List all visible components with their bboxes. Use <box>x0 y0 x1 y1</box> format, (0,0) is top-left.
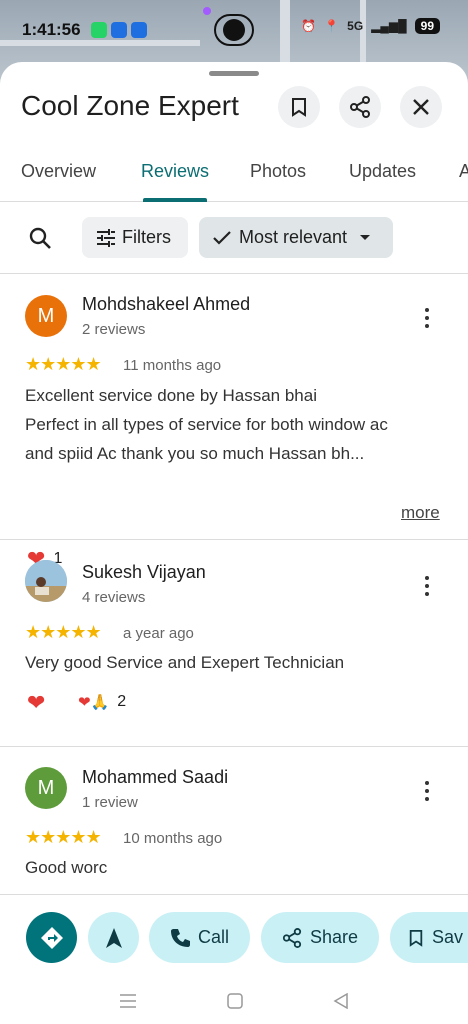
call-button[interactable]: Call <box>149 912 250 963</box>
menu-icon[interactable] <box>119 993 137 1009</box>
alarm-icon: ⏰ <box>301 19 317 33</box>
reviewer-review-count: 2 reviews <box>82 321 146 338</box>
filters-button[interactable]: Filters <box>82 217 188 258</box>
check-icon <box>213 230 231 245</box>
sort-label: Most relevant <box>239 227 348 247</box>
star-rating: ★★★★★ <box>25 827 102 847</box>
close-icon <box>413 99 429 115</box>
more-link[interactable]: more <box>401 503 440 523</box>
tune-icon <box>97 228 115 247</box>
review-card: M Mohdshakeel Ahmed 2 reviews ★★★★★ 11 m… <box>0 274 468 571</box>
reaction-count: 2 <box>117 693 127 710</box>
bookmark-icon <box>292 98 306 117</box>
sort-dropdown[interactable]: Most relevant <box>199 217 393 258</box>
review-text-line: Perfect in all types of service for both… <box>25 415 388 434</box>
network-label: 5G <box>347 19 364 33</box>
tab-photos[interactable]: Photos <box>250 161 306 182</box>
navigation-arrow-icon <box>105 927 122 948</box>
tab-about[interactable]: A <box>459 161 468 182</box>
heart-reaction-icon: ❤🙏 <box>78 694 110 711</box>
home-icon[interactable] <box>227 993 243 1009</box>
status-notification-icons <box>90 22 147 38</box>
review-text-line: Excellent service done by Hassan bhai <box>25 386 317 405</box>
star-rating: ★★★★★ <box>25 622 102 642</box>
review-text: Excellent service done by Hassan bhai Pe… <box>25 381 445 468</box>
review-menu-icon[interactable] <box>417 777 437 805</box>
review-text: Very good Service and Exepert Technician <box>25 648 445 677</box>
app-icon <box>130 22 147 38</box>
review-menu-icon[interactable] <box>417 572 437 600</box>
review-text: Good worc <box>25 853 445 882</box>
like-reaction-button[interactable]: ❤ <box>27 690 45 716</box>
phone-icon <box>170 928 190 947</box>
whatsapp-icon <box>90 22 107 38</box>
reviewer-review-count: 1 review <box>82 794 138 811</box>
call-label: Call <box>197 927 229 947</box>
avatar[interactable]: M <box>25 295 67 337</box>
cast-indicator-icon <box>214 14 254 46</box>
review-text-line: Good worc <box>25 858 108 877</box>
share-button[interactable]: Share <box>261 912 379 963</box>
reviewer-name[interactable]: Mohdshakeel Ahmed <box>82 294 250 315</box>
share-icon <box>282 927 302 948</box>
share-icon <box>350 96 370 118</box>
messages-icon <box>110 22 127 38</box>
battery-icon: 99 <box>414 18 440 34</box>
close-button[interactable] <box>400 86 442 128</box>
status-system-icons: ⏰ 📍 5G ▂▄▆█ 99 <box>301 18 440 34</box>
review-text-line: and spiid Ac thank you so much Hassan bh… <box>25 444 365 463</box>
reviewer-review-count: 4 reviews <box>82 589 146 606</box>
heart-icon: ❤ <box>27 690 46 715</box>
review-card: Sukesh Vijayan 4 reviews ★★★★★ a year ag… <box>0 540 468 747</box>
save-button[interactable]: Sav <box>390 912 468 963</box>
reviews-toolbar: Filters Most relevant <box>0 202 468 274</box>
place-title: Cool Zone Expert <box>21 90 239 121</box>
action-bar: Call Share Sav <box>0 894 468 1024</box>
avatar-initial: M <box>37 304 55 327</box>
start-navigation-button[interactable] <box>88 912 139 963</box>
reviewer-name[interactable]: Mohammed Saadi <box>82 767 228 788</box>
dropdown-arrow-icon <box>360 234 371 240</box>
back-icon[interactable] <box>333 993 349 1009</box>
directions-icon <box>40 926 63 949</box>
tab-updates[interactable]: Updates <box>349 161 416 182</box>
directions-button[interactable] <box>26 912 77 963</box>
review-time: 11 months ago <box>123 357 222 374</box>
avatar-photo-icon <box>25 560 67 602</box>
reactions-summary[interactable]: ❤🙏 2 <box>78 693 126 711</box>
avatar[interactable]: M <box>25 767 67 809</box>
bookmark-icon <box>409 929 423 947</box>
system-navigation-bar <box>0 981 468 1021</box>
place-sheet: Cool Zone Expert Overview Reviews Photos… <box>0 62 468 1024</box>
star-rating: ★★★★★ <box>25 354 102 374</box>
location-icon: 📍 <box>324 19 340 33</box>
status-time: 1:41:56 <box>22 20 81 39</box>
avatar-initial: M <box>37 776 55 799</box>
tab-reviews[interactable]: Reviews <box>141 161 209 182</box>
filters-label: Filters <box>122 227 171 247</box>
share-place-button[interactable] <box>339 86 381 128</box>
tab-overview[interactable]: Overview <box>21 161 96 182</box>
review-menu-icon[interactable] <box>417 304 437 332</box>
save-label: Sav <box>432 927 464 947</box>
save-place-button[interactable] <box>278 86 320 128</box>
share-label: Share <box>309 927 359 947</box>
avatar[interactable] <box>25 560 67 602</box>
review-time: a year ago <box>123 625 194 642</box>
drag-handle[interactable] <box>209 71 259 76</box>
tab-bar: Overview Reviews Photos Updates A <box>0 144 468 202</box>
review-card: M Mohammed Saadi 1 review ★★★★★ 10 month… <box>0 747 468 894</box>
review-text-line: Very good Service and Exepert Technician <box>25 653 345 672</box>
signal-icon: ▂▄▆█ <box>371 19 407 33</box>
search-icon[interactable] <box>28 226 52 250</box>
review-time: 10 months ago <box>123 830 223 847</box>
reviewer-name[interactable]: Sukesh Vijayan <box>82 562 206 583</box>
